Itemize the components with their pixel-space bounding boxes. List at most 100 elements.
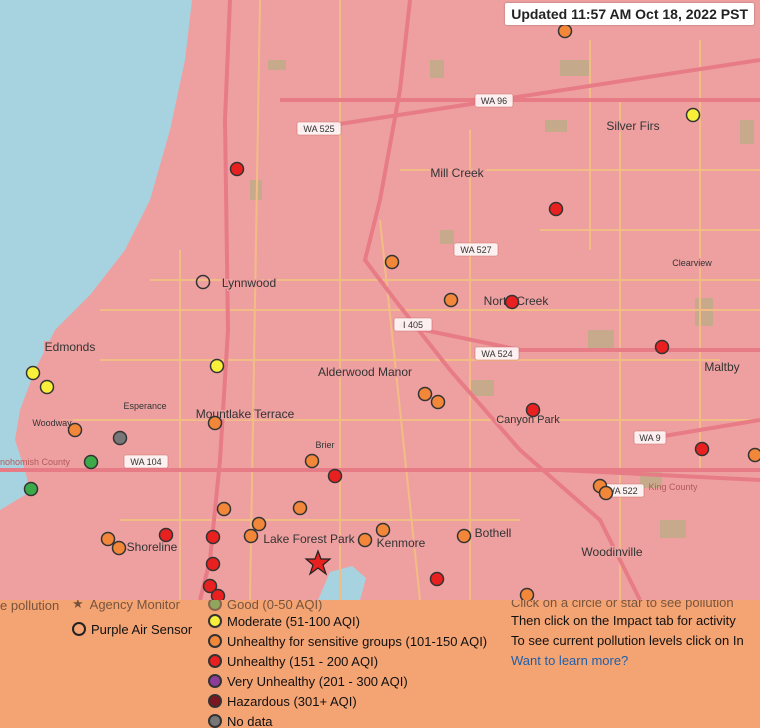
aqi-marker-usg[interactable] [747,447,760,463]
svg-text:King County: King County [648,482,698,492]
aqi-marker-usg[interactable] [216,501,232,517]
aqi-marker-good[interactable] [83,454,99,470]
svg-text:Snohomish County: Snohomish County [0,457,71,467]
county-label: Snohomish County [0,457,71,467]
svg-text:WA 525: WA 525 [303,124,334,134]
road-shield: WA 96 [474,93,514,108]
legend-item-label: Hazardous (301+ AQI) [227,693,357,709]
aqi-marker-usg[interactable] [443,292,459,308]
aqi-marker-usg[interactable] [100,531,116,547]
legend-instruction-clipped: Click on a circle or star to see polluti… [511,600,734,610]
aqi-marker-unhealthy[interactable] [210,588,226,601]
aqi-marker-usg[interactable] [384,254,400,270]
road-shield: WA 527 [453,242,499,257]
aqi-marker-moderate[interactable] [685,107,701,123]
aqi-marker-moderate[interactable] [39,379,55,395]
aqi-marker-no_data[interactable] [112,430,128,446]
aqi-marker-usg[interactable] [251,516,267,532]
aqi-marker-usg[interactable] [292,500,308,516]
place-label: Kenmore [377,536,426,550]
aqi-marker-usg[interactable] [430,394,446,410]
color-circle-icon [208,654,222,668]
svg-text:WA 524: WA 524 [481,349,512,359]
place-label: Woodway [32,418,72,428]
legend-purple-air: Purple Air Sensor [72,620,192,638]
place-label: Lynnwood [222,276,276,290]
aqi-marker-usg[interactable] [519,587,535,601]
place-label: Woodinville [581,545,642,559]
aqi-marker-unhealthy[interactable] [205,556,221,572]
aqi-marker-moderate[interactable] [209,358,225,374]
svg-text:WA 104: WA 104 [130,457,161,467]
legend-item: Hazardous (301+ AQI) [208,692,357,710]
legend-item-label: No data [227,713,273,728]
place-label: Brier [315,440,334,450]
place-label: Alderwood Manor [318,365,412,379]
legend-instruction-1: Then click on the Impact tab for activit… [511,613,736,628]
color-circle-icon [208,634,222,648]
place-label: Shoreline [127,540,178,554]
road-shield: WA 104 [123,454,169,469]
legend-agency-monitor: ★ Agency Monitor [72,600,180,613]
aqi-marker-unhealthy[interactable] [694,441,710,457]
green-circle-icon [208,600,222,611]
road-shield: WA 524 [474,346,520,361]
place-label: Maltby [704,360,739,374]
place-label: Clearview [672,258,712,268]
aqi-marker-usg[interactable] [598,485,614,501]
legend-agency-label: Agency Monitor [89,600,180,612]
place-label: Edmonds [45,340,96,354]
aqi-marker-usg[interactable] [375,522,391,538]
road-shield: WA 525 [296,121,342,136]
map-canvas[interactable]: LynnwoodEdmondsMill CreekSilver FirsNort… [0,0,760,600]
aqi-marker-unhealthy[interactable] [654,339,670,355]
legend-clipped-left: e pollution [0,600,60,613]
aqi-marker-unhealthy[interactable] [229,161,245,177]
svg-text:WA 9: WA 9 [639,433,660,443]
legend-item: Unhealthy (151 - 200 AQI) [208,652,378,670]
aqi-marker-usg[interactable] [357,532,373,548]
place-label: Lake Forest Park [263,532,355,546]
aqi-marker-usg[interactable] [207,415,223,431]
aqi-marker-good[interactable] [23,481,39,497]
aqi-marker-unhealthy[interactable] [504,294,520,310]
updated-timestamp: Updated 11:57 AM Oct 18, 2022 PST [505,3,754,25]
road-shield: I 405 [393,317,433,332]
star-icon: ★ [72,600,84,611]
aqi-marker-unhealthy[interactable] [525,402,541,418]
legend-item-label: Moderate (51-100 AQI) [227,613,360,629]
legend-item: Unhealthy for sensitive groups (101-150 … [208,632,487,650]
air-quality-map[interactable]: Lynnwood Edmonds Mill Creek Silver Firs Nort… [0,0,760,600]
place-label: Canyon Park [496,414,560,426]
legend-good-label: Good (0-50 AQI) [227,600,323,612]
legend-panel: e pollution ★ Agency Monitor Purple Air … [0,600,760,728]
legend-purple-air-label: Purple Air Sensor [91,621,193,637]
aqi-marker-unhealthy[interactable] [205,529,221,545]
legend-item-label: Very Unhealthy (201 - 300 AQI) [227,673,408,689]
aqi-marker-usg[interactable] [243,528,259,544]
aqi-marker-usg[interactable] [111,540,127,556]
learn-more-link[interactable]: Want to learn more? [511,653,628,671]
color-circle-icon [208,674,222,688]
place-label: Esperance [123,401,166,411]
aqi-marker-moderate[interactable] [25,365,41,381]
legend-instruction-2: To see current pollution levels click on… [511,633,744,648]
color-circle-icon [208,714,222,728]
aqi-marker-unhealthy[interactable] [548,201,564,217]
road-shield: WA 9 [633,430,667,445]
color-circle-icon [208,614,222,628]
legend-item-label: Unhealthy (151 - 200 AQI) [227,653,379,669]
hollow-circle-icon [72,622,86,636]
aqi-marker-usg[interactable] [456,528,472,544]
aqi-marker-unhealthy[interactable] [158,527,174,543]
aqi-marker-usg[interactable] [304,453,320,469]
legend-item: No data [208,712,273,728]
svg-text:I 405: I 405 [403,320,423,330]
aqi-marker-unhealthy[interactable] [327,468,343,484]
aqi-marker-usg[interactable] [417,386,433,402]
aqi-marker-usg[interactable] [557,23,573,39]
aqi-marker-unhealthy[interactable] [429,571,445,587]
county-label: King County [648,482,698,492]
place-label: Silver Firs [606,119,659,133]
aqi-marker-usg[interactable] [67,422,83,438]
